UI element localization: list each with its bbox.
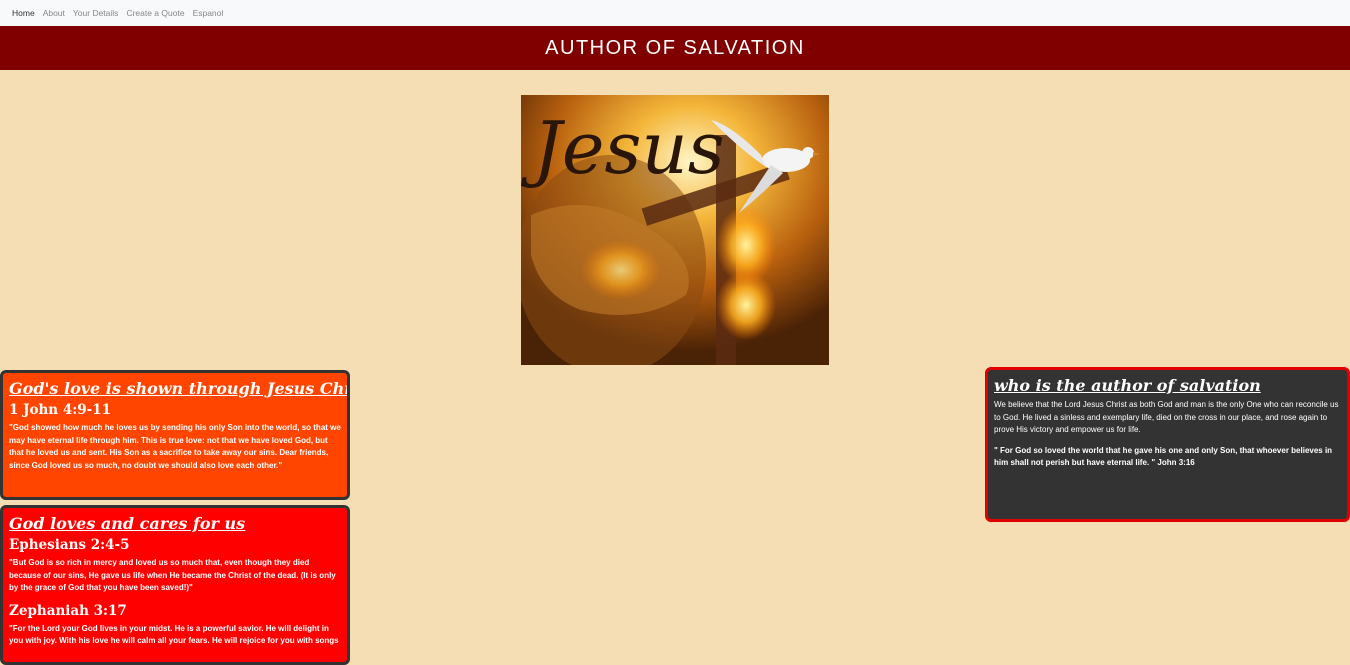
- jesus-lion-cross-dove-image: Jesus: [521, 95, 829, 365]
- hero-image: Jesus: [521, 95, 829, 365]
- nav-create-quote-link[interactable]: Create a Quote: [126, 8, 184, 18]
- verse-reference: 1 John 4:9-11: [9, 402, 111, 418]
- nav-your-details-link[interactable]: Your Details: [73, 8, 119, 18]
- verse-text: "God showed how much he loves us by send…: [9, 423, 341, 470]
- nav-about-link[interactable]: About: [43, 8, 65, 18]
- card-title: God loves and cares for us: [9, 514, 246, 533]
- site-title: AUTHOR OF SALVATION: [545, 36, 805, 59]
- verse-text: " For God so loved the world that he gav…: [994, 445, 1333, 468]
- verse-text: "But God is so rich in mercy and loved u…: [9, 558, 336, 592]
- card-title: God's love is shown through Jesus Christ: [9, 379, 350, 398]
- nav-home-link[interactable]: Home: [12, 8, 35, 18]
- verse-reference: Ephesians 2:4-5: [9, 537, 130, 553]
- card-god-loves-cares: God loves and cares for us Ephesians 2:4…: [0, 505, 350, 665]
- site-banner: AUTHOR OF SALVATION: [0, 26, 1350, 70]
- card-gods-love-shown: God's love is shown through Jesus Christ…: [0, 370, 350, 500]
- card-title: who is the author of salvation: [994, 376, 1261, 395]
- verse-text: "For the Lord your God lives in your mid…: [9, 623, 339, 646]
- card-author-of-salvation: who is the author of salvation We believ…: [985, 367, 1350, 522]
- jesus-script-text: Jesus: [521, 106, 725, 190]
- belief-text: We believe that the Lord Jesus Christ as…: [994, 400, 1339, 434]
- verse-reference: Zephaniah 3:17: [9, 602, 127, 619]
- nav-espanol-link[interactable]: Espanol: [193, 8, 224, 18]
- top-navbar: Home About Your Details Create a Quote E…: [0, 0, 1350, 26]
